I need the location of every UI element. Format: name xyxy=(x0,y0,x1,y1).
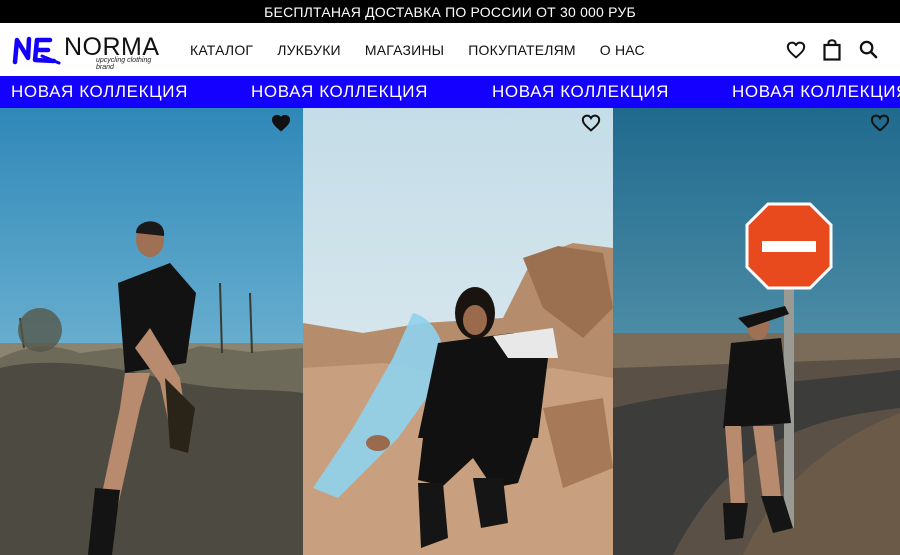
favorite-button[interactable] xyxy=(870,114,890,132)
header-actions xyxy=(786,23,878,76)
banner-text: НОВАЯ КОЛЛЕКЦИЯ xyxy=(251,82,428,101)
nav-item-stores[interactable]: МАГАЗИНЫ xyxy=(365,42,444,58)
product-card[interactable] xyxy=(0,108,303,555)
bag-icon xyxy=(823,38,841,61)
nav-item-about[interactable]: О НАС xyxy=(600,42,645,58)
product-photo xyxy=(613,108,900,555)
site-header: NORMA upcycling clothing brand КАТАЛОГ Л… xyxy=(0,23,900,76)
new-collection-banner[interactable]: НОВАЯ КОЛЛЕКЦИЯ НОВАЯ КОЛЛЕКЦИЯ НОВАЯ КО… xyxy=(0,76,900,108)
logo-tagline: upcycling clothing brand xyxy=(96,57,152,71)
favorite-button[interactable] xyxy=(271,114,291,132)
search-icon xyxy=(859,40,877,59)
promo-text: БЕСПЛТАНАЯ ДОСТАВКА ПО РОССИИ ОТ 30 000 … xyxy=(264,3,636,20)
search-button[interactable] xyxy=(858,39,878,61)
cart-button[interactable] xyxy=(822,38,842,61)
heart-icon xyxy=(581,114,601,132)
promo-bar: БЕСПЛТАНАЯ ДОСТАВКА ПО РОССИИ ОТ 30 000 … xyxy=(0,0,900,23)
product-card[interactable] xyxy=(303,108,613,555)
product-photo xyxy=(0,108,303,555)
brand-logo[interactable]: NORMA upcycling clothing brand xyxy=(12,33,167,71)
heart-filled-icon xyxy=(271,114,291,132)
banner-text: НОВАЯ КОЛЛЕКЦИЯ xyxy=(11,82,188,101)
banner-text: НОВАЯ КОЛЛЕКЦИЯ xyxy=(732,82,900,101)
wishlist-button[interactable] xyxy=(786,39,806,61)
favorite-button[interactable] xyxy=(581,114,601,132)
heart-icon xyxy=(870,114,890,132)
nav-item-lookbooks[interactable]: ЛУКБУКИ xyxy=(277,42,341,58)
lookbook-gallery xyxy=(0,108,900,555)
heart-icon xyxy=(786,41,806,58)
product-card[interactable] xyxy=(613,108,900,555)
nav-item-customers[interactable]: ПОКУПАТЕЛЯМ xyxy=(468,42,576,58)
logo-mark-icon xyxy=(12,36,61,65)
banner-text: НОВАЯ КОЛЛЕКЦИЯ xyxy=(492,82,669,101)
product-photo xyxy=(303,108,613,555)
main-nav: КАТАЛОГ ЛУКБУКИ МАГАЗИНЫ ПОКУПАТЕЛЯМ О Н… xyxy=(190,23,669,76)
nav-item-catalog[interactable]: КАТАЛОГ xyxy=(190,42,253,58)
